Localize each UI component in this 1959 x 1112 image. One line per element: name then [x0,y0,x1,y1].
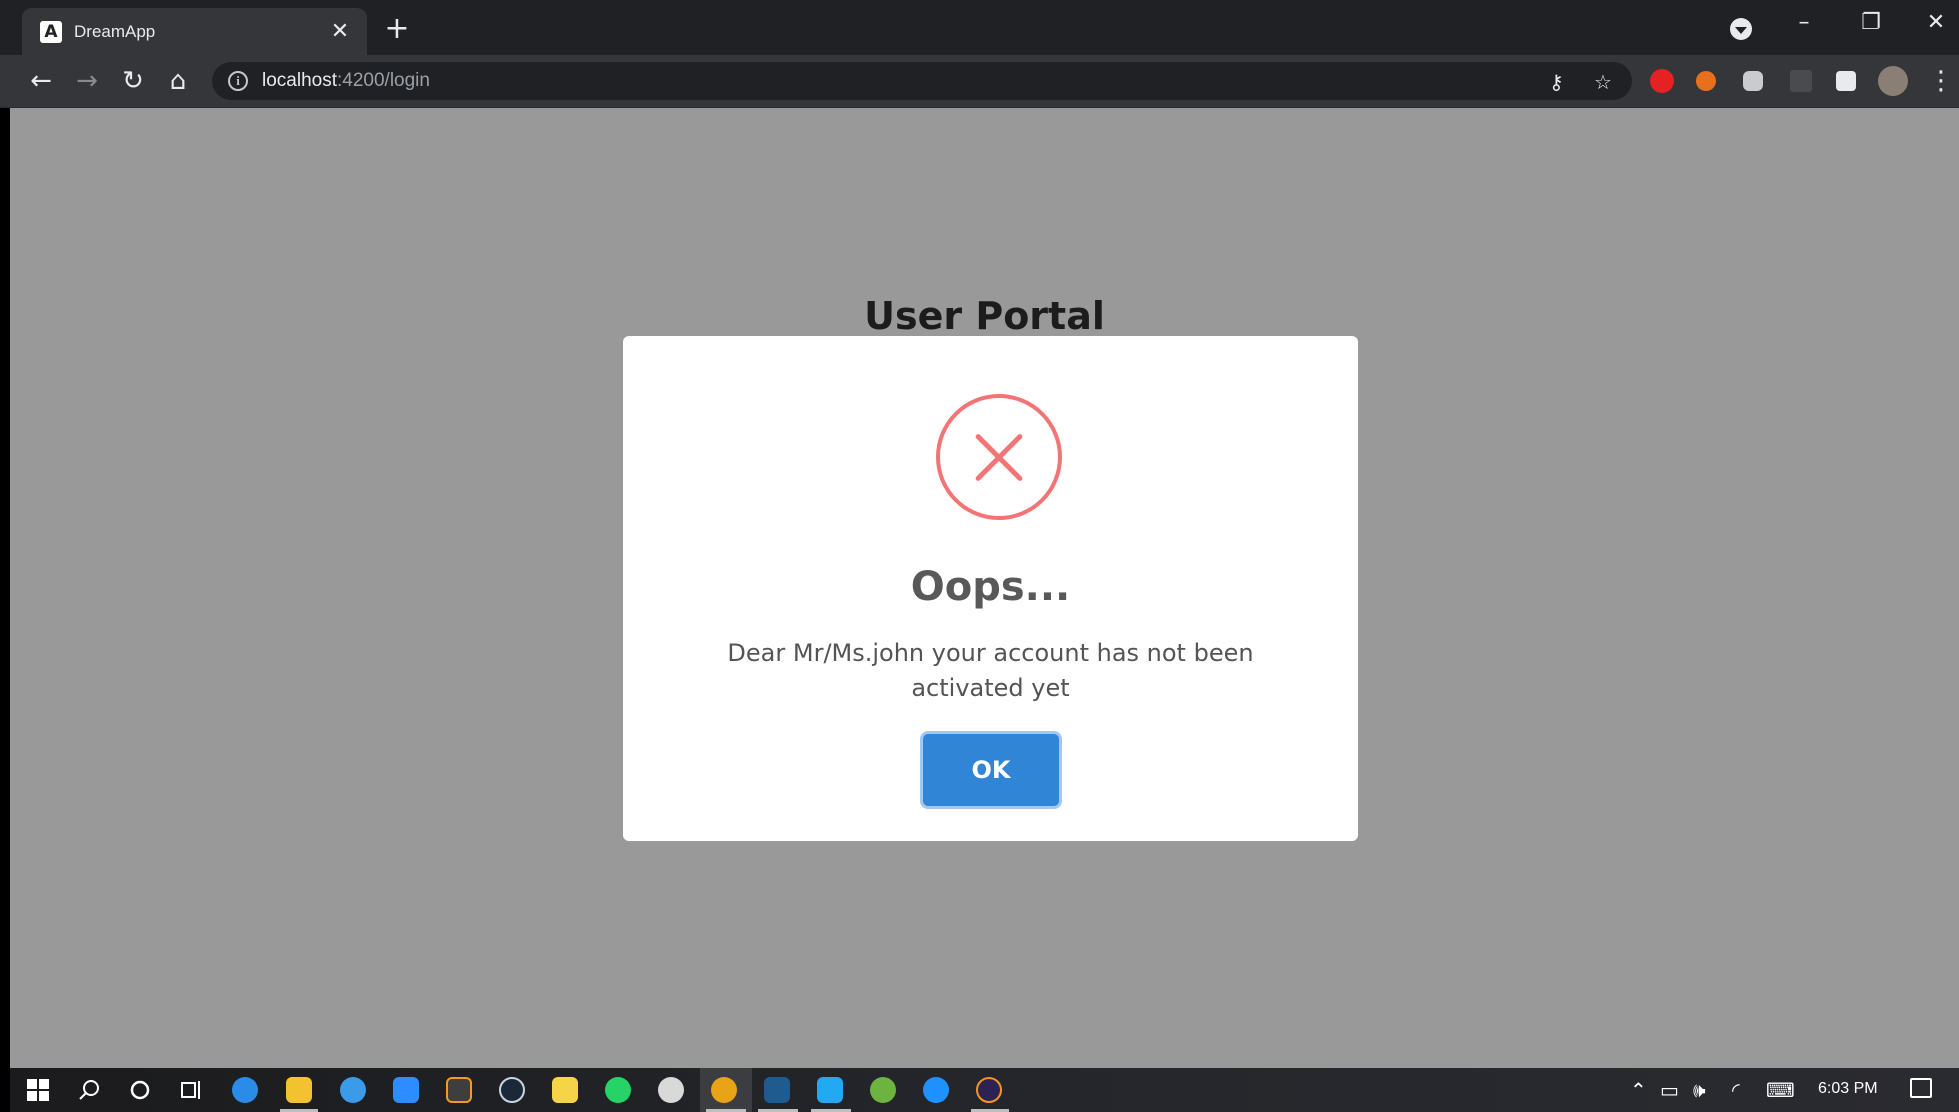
home-icon[interactable]: ⌂ [162,65,194,97]
angular-favicon-icon: A [40,20,62,43]
page-title: User Portal [864,294,1105,338]
key-icon[interactable]: ⚷ [1549,70,1564,94]
page-overlay: User Portal Oops... Dear Mr/Ms.john your… [10,108,1959,1068]
edge-browser-icon[interactable] [232,1077,258,1103]
file-explorer-icon[interactable] [286,1077,312,1103]
tab-title: DreamApp [74,21,156,41]
notification-center-icon[interactable] [1910,1078,1932,1098]
wifi-icon[interactable]: ◜ [1732,1078,1740,1102]
notepad-icon[interactable] [552,1077,578,1103]
tab-close-icon[interactable]: ✕ [327,19,353,44]
address-bar[interactable]: i localhost:4200/login ⚷ ☆ [212,62,1632,100]
browser-tab-strip: A DreamApp ✕ + – ❐ ✕ [0,0,1959,55]
task-view-icon[interactable] [178,1076,206,1104]
battery-icon[interactable]: ▭ [1660,1078,1679,1102]
search-icon[interactable] [75,1076,103,1104]
clock-time[interactable]: 6:03 PM [1818,1080,1878,1098]
windows-start-icon[interactable] [24,1076,52,1104]
close-window-button[interactable]: ✕ [1916,10,1956,35]
sublime-text-icon[interactable] [446,1077,472,1103]
error-x-icon [936,394,1062,520]
internet-explorer-icon[interactable] [340,1077,366,1103]
tray-chevron-up-icon[interactable]: ⌃ [1630,1078,1647,1102]
reload-icon[interactable]: ↻ [117,65,149,97]
keyboard-icon[interactable]: ⌨ [1766,1078,1795,1102]
dialog-message: Dear Mr/Ms.john your account has not bee… [727,639,1254,702]
chrome-icon[interactable] [711,1077,737,1103]
browser-menu-icon[interactable]: ⋮ [1928,65,1954,97]
vscode-icon[interactable] [817,1077,843,1103]
browser-toolbar: ← → ↻ ⌂ i localhost:4200/login ⚷ ☆ ⋮ [0,55,1959,108]
extension-dark-icon[interactable] [1790,70,1812,92]
cortana-icon[interactable] [126,1076,154,1104]
zoom-icon[interactable] [393,1077,419,1103]
volume-icon[interactable]: 🕪 [1693,1078,1706,1102]
extension-adblock-icon[interactable] [1650,69,1674,93]
minimize-button[interactable]: – [1784,10,1824,35]
mysql-workbench-icon[interactable] [764,1077,790,1103]
steam-icon[interactable] [499,1077,525,1103]
error-dialog: Oops... Dear Mr/Ms.john your account has… [623,336,1358,841]
blue-app-icon[interactable] [923,1077,949,1103]
profile-avatar[interactable] [1878,66,1908,96]
extensions-puzzle-icon[interactable] [1836,71,1856,91]
windows-taskbar: ⌃ ▭ 🕪 ◜ ⌨ 6:03 PM [10,1068,1959,1112]
spring-tool-suite-icon[interactable] [870,1077,896,1103]
tab-search-icon[interactable] [1730,18,1752,40]
url-host: localhost [262,70,337,91]
url-path: :4200/login [337,70,430,91]
site-info-icon[interactable]: i [228,71,248,91]
forward-arrow-icon[interactable]: → [71,65,103,97]
star-bookmark-icon[interactable]: ☆ [1594,70,1612,94]
back-arrow-icon[interactable]: ← [25,65,57,97]
ok-button[interactable]: OK [923,734,1059,806]
extension-grey-icon[interactable] [1743,71,1763,91]
screen: A DreamApp ✕ + – ❐ ✕ ← → ↻ ⌂ i localhost… [0,0,1959,1112]
eclipse-icon[interactable] [976,1077,1002,1103]
restore-button[interactable]: ❐ [1851,10,1891,35]
extension-orange-icon[interactable] [1696,71,1716,91]
java-icon[interactable] [658,1077,684,1103]
whatsapp-icon[interactable] [605,1077,631,1103]
dialog-title: Oops... [910,564,1071,610]
browser-tab-dreamapp[interactable]: A DreamApp ✕ [22,8,367,55]
new-tab-button[interactable]: + [381,14,413,44]
